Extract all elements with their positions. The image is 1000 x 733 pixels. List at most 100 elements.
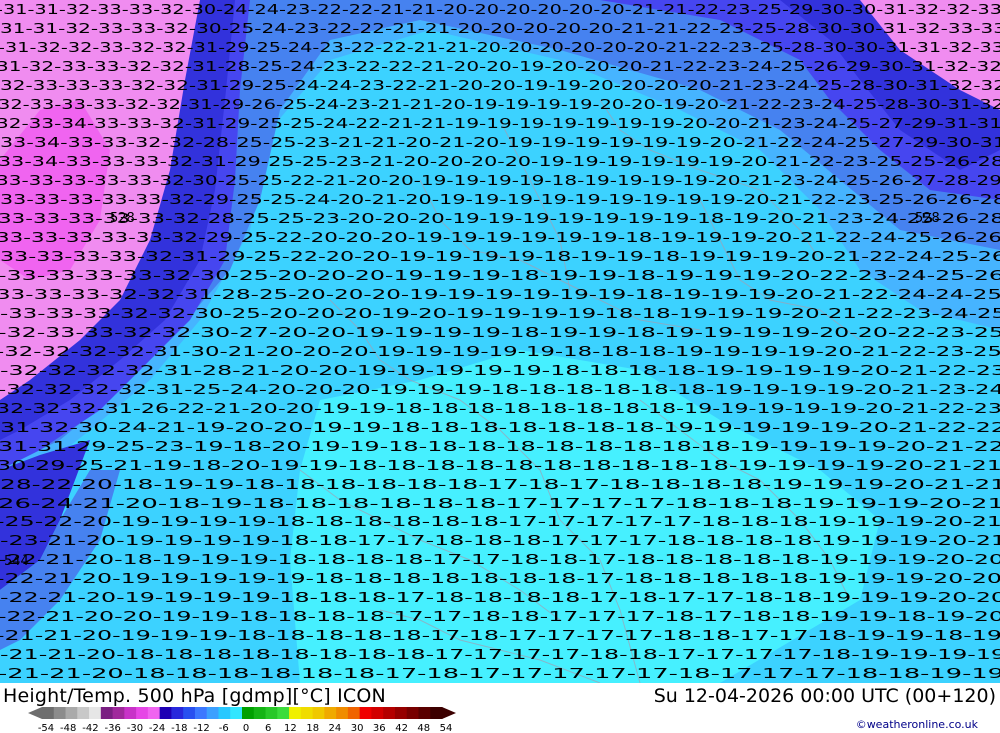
contour-label-row: -22-21-20-19-19-19-19-18-18-18-17-18-18-… — [0, 591, 1000, 606]
legend-swatch — [136, 707, 149, 719]
contour-label-row: 32-33-33-33-32-32-31-29-25-24-24-23-22-2… — [0, 79, 1000, 94]
contour-label-row: 33-33-33-33-33-32-28-25-25-23-20-20-20-1… — [0, 212, 1000, 227]
legend-tick-label: 48 — [417, 723, 430, 733]
legend-arrow-right — [442, 707, 456, 719]
legend-swatch — [42, 707, 55, 719]
legend-tick-label: 30 — [351, 723, 364, 733]
contour-label-row: 31-31-29-25-23-19-18-20-19-19-18-18-18-1… — [0, 440, 1000, 455]
contour-label-row: -21-21-20-18-18-18-18-18-18-17-18-17-17-… — [0, 667, 1000, 682]
contour-label-row: -31-32-32-33-32-32-31-29-25-24-23-22-22-… — [0, 41, 1000, 56]
legend-swatch — [383, 707, 396, 719]
legend-tick-label: -36 — [105, 723, 121, 733]
forecast-timestamp: Su 12-04-2026 00:00 UTC (00+120) — [653, 685, 996, 707]
contour-label-row: 31-32-30-24-21-19-20-20-19-19-18-18-18-1… — [0, 421, 1000, 436]
contour-label-row: -33-33-33-32-32-30-25-20-20-20-19-20-19-… — [0, 307, 1000, 322]
legend-tick-label: -18 — [171, 723, 187, 733]
legend-swatch — [289, 707, 302, 719]
legend-swatch — [218, 707, 231, 719]
legend-tick-label: -54 — [38, 723, 54, 733]
contour-label-row: 30-29-25-21-19-18-20-19-19-18-18-18-18-1… — [0, 459, 1000, 474]
contour-label-row: -25-22-20-19-19-19-19-18-18-18-18-18-18-… — [0, 515, 1000, 530]
legend-swatch — [171, 707, 184, 719]
legend-tick-label: -48 — [60, 723, 76, 733]
legend-tick-label: -6 — [219, 723, 229, 733]
contour-label-row: -23-21-20-19-19-19-19-18-18-17-17-18-18-… — [0, 534, 1000, 549]
contour-label-row: 33-34-33-33-33-32-31-29-25-25-23-21-20-2… — [0, 155, 1000, 170]
contour-label-row: 28-22-20-18-19-19-18-18-18-18-18-18-17-1… — [0, 478, 1000, 493]
legend-color-bar — [28, 707, 456, 719]
legend-swatch — [206, 707, 219, 719]
legend-swatch — [371, 707, 384, 719]
legend-swatch — [406, 707, 419, 719]
legend-tick-label: -12 — [193, 723, 209, 733]
legend-swatch — [277, 707, 290, 719]
contour-label-row: -21-21-20-18-18-18-18-18-18-18-18-17-17-… — [0, 648, 1000, 663]
legend-tick-label: 0 — [243, 723, 249, 733]
map-title: Height/Temp. 500 hPa [gdmp][°C] ICON — [3, 685, 386, 707]
legend-swatch — [183, 707, 196, 719]
legend-swatch — [430, 707, 443, 719]
legend-swatch — [242, 707, 255, 719]
legend-swatch — [312, 707, 325, 719]
contour-label-row: -32-33-33-32-32-30-27-20-20-19-19-19-19-… — [0, 326, 1000, 341]
temperature-field: -31-31-32-33-33-32-30-24-24-23-22-22-21-… — [0, 0, 1000, 683]
legend-tick-label: 18 — [306, 723, 319, 733]
legend-tick-label: 36 — [373, 723, 386, 733]
height-contour-label: 528 — [110, 211, 135, 226]
legend-swatch — [265, 707, 278, 719]
weather-map: -31-31-32-33-33-32-30-24-24-23-22-22-21-… — [0, 0, 1000, 683]
contour-label-row: -33-33-33-33-32-30-25-20-20-20-19-19-19-… — [0, 269, 1000, 284]
contour-label-row: 31-32-33-33-32-32-31-28-25-24-23-22-22-2… — [0, 60, 1000, 75]
legend-swatch — [100, 707, 114, 719]
contour-label-row: -32-32-32-32-31-30-21-20-20-20-19-19-19-… — [0, 345, 1000, 360]
contour-label-row: -22-21-20-20-19-19-18-18-18-18-17-17-18-… — [0, 610, 1000, 625]
legend-swatch — [336, 707, 349, 719]
legend-swatch — [124, 707, 137, 719]
contour-label-row: 32-32-32-31-26-22-21-20-20-19-19-18-18-1… — [0, 402, 1000, 417]
contour-label-row: 33-33-33-32-32-31-28-25-20-20-20-19-19-1… — [0, 288, 1000, 303]
credit-link[interactable]: ©weatheronline.co.uk — [856, 718, 978, 731]
legend-tick-label: 6 — [265, 723, 271, 733]
contour-label-row: 32-33-33-33-32-32-31-29-26-25-24-23-21-2… — [0, 98, 1000, 113]
legend-tick-label: 24 — [329, 723, 342, 733]
legend-swatch — [230, 707, 243, 719]
color-legend: -54 -48 -42 -36 -30 -24 -18 -12 -6 0 6 12 18 24 30 36 42… — [28, 707, 456, 733]
legend-tick-label: 12 — [284, 723, 297, 733]
map-footer: Height/Temp. 500 hPa [gdmp][°C] ICON Su … — [0, 683, 1000, 733]
legend-swatch — [194, 707, 208, 719]
legend-arrow-left — [28, 707, 42, 719]
legend-swatch — [418, 707, 431, 719]
contour-label-row: 31-31-32-33-33-32-30-25-24-23-22-22-21-2… — [0, 22, 1000, 37]
contour-label-row: -21-21-20-19-19-19-18-18-18-18-18-17-18-… — [0, 629, 1000, 644]
legend-swatch — [53, 707, 67, 719]
legend-tick-label: -30 — [127, 723, 143, 733]
legend-tick-label: 54 — [440, 723, 453, 733]
contour-label-row: 33-33-33-33-33-32-29-25-22-20-20-20-19-1… — [0, 231, 1000, 246]
legend-swatch — [359, 707, 372, 719]
legend-swatch — [65, 707, 78, 719]
legend-swatch — [300, 707, 314, 719]
legend-tick-label: 42 — [395, 723, 408, 733]
legend-tick-label: -42 — [82, 723, 98, 733]
legend-tick-label: -24 — [149, 723, 165, 733]
legend-swatch — [112, 707, 125, 719]
contour-label-row: 33-33-33-33-32-31-29-25-22-20-20-19-19-1… — [0, 250, 1000, 265]
contour-label-row: -31-31-32-33-33-32-30-24-24-23-22-22-21-… — [0, 3, 1000, 18]
contour-label-row: -22-21-20-19-19-19-19-19-18-18-18-18-18-… — [0, 572, 1000, 587]
contour-label-row: -22-21-20-18-19-19-19-18-18-18-18-17-17-… — [0, 553, 1000, 568]
contour-label-row: 33-33-33-33-33-32-30-25-25-22-21-20-20-1… — [0, 174, 1000, 189]
legend-swatch — [394, 707, 408, 719]
legend-swatch — [347, 707, 361, 719]
legend-swatch — [77, 707, 90, 719]
legend-swatch — [253, 707, 267, 719]
contour-label-row: -32-32-32-32-31-25-24-20-20-20-19-19-19-… — [0, 383, 1000, 398]
contour-label-row: 33-34-33-33-32-32-28-25-25-23-21-21-20-2… — [0, 136, 1000, 151]
contour-label-row: 33-33-33-33-33-32-29-25-25-24-20-21-20-1… — [0, 193, 1000, 208]
legend-swatch — [159, 707, 172, 719]
legend-swatch — [324, 707, 337, 719]
contour-label-row: 32-33-34-33-33-32-31-29-25-25-24-22-21-2… — [0, 117, 1000, 132]
legend-swatch — [89, 707, 102, 719]
legend-swatch — [147, 707, 161, 719]
legend-tick-labels: -54 -48 -42 -36 -30 -24 -18 -12 -6 0 6 12 18 24 30 36 42… — [38, 723, 453, 733]
contour-label-row: 26-24-21-20-18-19-18-18-18-18-18-18-17-1… — [0, 497, 1000, 512]
